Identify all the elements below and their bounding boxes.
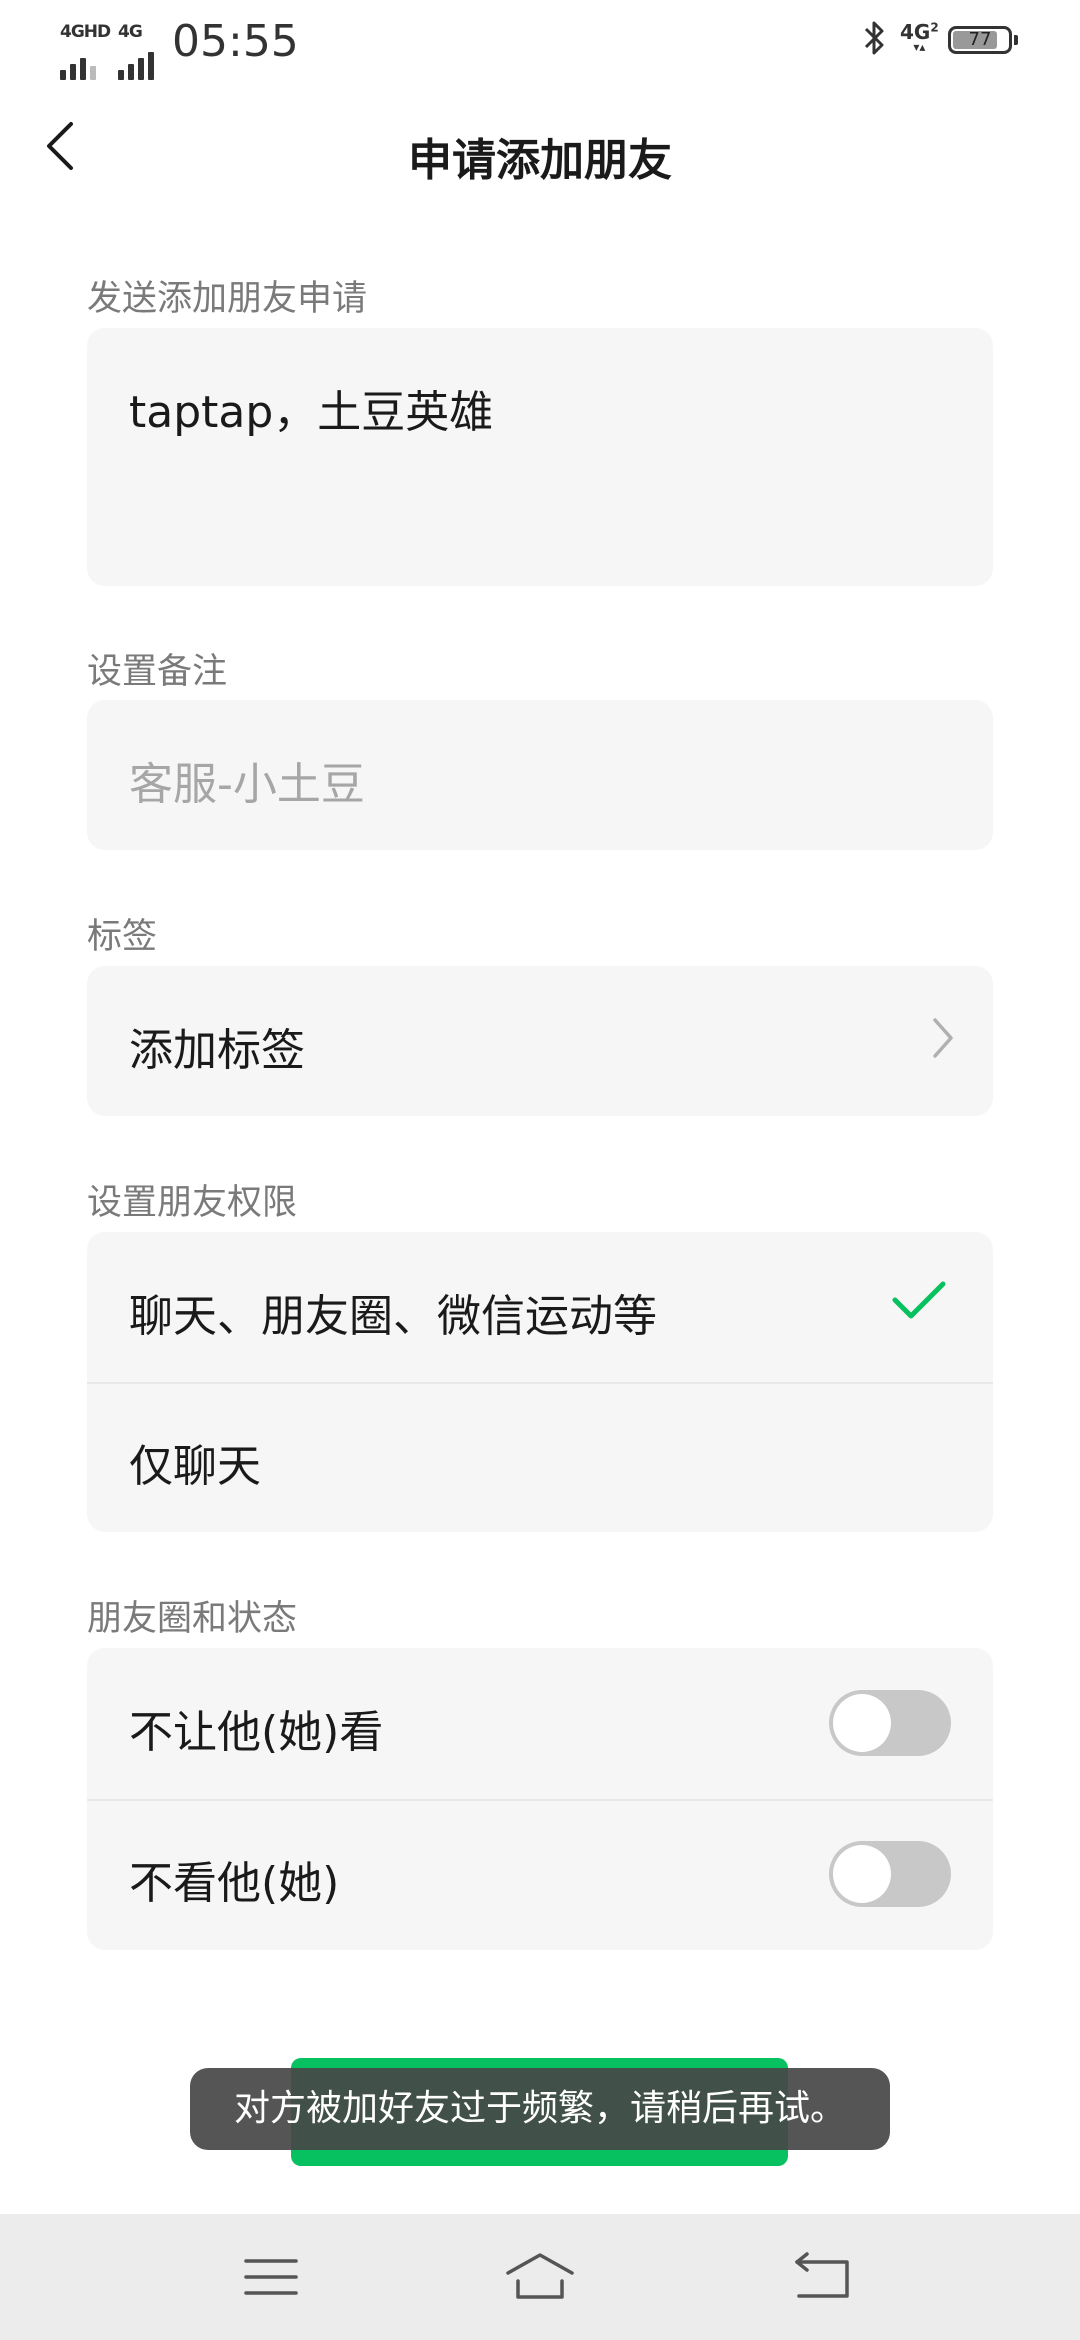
add-tag-row[interactable]: 添加标签 xyxy=(87,966,993,1116)
page-title: 申请添加朋友 xyxy=(408,135,672,186)
header: 申请添加朋友 xyxy=(0,86,1080,212)
permission-option-chat-only[interactable]: 仅聊天 xyxy=(87,1382,993,1532)
request-message-input[interactable]: taptap，土豆英雄 xyxy=(87,328,993,586)
menu-button[interactable] xyxy=(231,2244,311,2310)
hide-my-moments-label: 不让他(她)看 xyxy=(129,1707,384,1758)
menu-icon xyxy=(244,2259,298,2295)
permissions-label: 设置朋友权限 xyxy=(87,1183,298,1223)
bluetooth-icon xyxy=(862,18,888,62)
battery-icon: 77 xyxy=(948,26,1018,54)
hide-my-moments-toggle[interactable] xyxy=(829,1690,951,1756)
request-message-text: taptap，土豆英雄 xyxy=(129,387,494,438)
tags-label: 标签 xyxy=(87,917,158,957)
hide-my-moments-row: 不让他(她)看 xyxy=(87,1648,993,1798)
network-indicator: 4G2 ▾▴ xyxy=(900,20,939,54)
send-request-label: 发送添加朋友申请 xyxy=(87,279,368,319)
status-bar: 4GHD 4G 05:55 4G2 ▾▴ 77 xyxy=(0,0,1080,86)
clock: 05:55 xyxy=(172,16,299,67)
remark-input[interactable]: 客服-小土豆 xyxy=(87,700,993,850)
remark-label: 设置备注 xyxy=(87,652,228,692)
signal-1-label: 4GHD xyxy=(60,22,111,42)
hide-their-moments-row: 不看他(她) xyxy=(87,1799,993,1949)
moments-card: 不让他(她)看 不看他(她) xyxy=(87,1648,993,1950)
system-nav-bar xyxy=(0,2214,1080,2340)
remark-placeholder: 客服-小土豆 xyxy=(129,759,365,810)
signal-bars-icon xyxy=(60,46,100,80)
permission-option-label: 仅聊天 xyxy=(129,1441,261,1492)
permissions-card: 聊天、朋友圈、微信运动等 仅聊天 xyxy=(87,1232,993,1532)
checkmark-icon xyxy=(891,1278,947,1326)
signal-2-label: 4G xyxy=(118,22,143,42)
hide-their-moments-toggle[interactable] xyxy=(829,1841,951,1907)
moments-label: 朋友圈和状态 xyxy=(87,1599,298,1639)
network-sub: 2 xyxy=(930,20,939,35)
home-button[interactable] xyxy=(500,2244,580,2310)
permission-option-all[interactable]: 聊天、朋友圈、微信运动等 xyxy=(87,1232,993,1382)
toast-message: 对方被加好友过于频繁，请稍后再试。 xyxy=(190,2068,890,2150)
hide-their-moments-label: 不看他(她) xyxy=(129,1858,340,1909)
home-icon xyxy=(506,2253,574,2299)
return-icon xyxy=(795,2252,849,2298)
add-tag-label: 添加标签 xyxy=(129,1025,305,1076)
page: 4GHD 4G 05:55 4G2 ▾▴ 77 申请添加朋友 发送添加朋友申请 … xyxy=(0,0,1080,2340)
permission-option-label: 聊天、朋友圈、微信运动等 xyxy=(129,1291,657,1342)
back-nav-button[interactable] xyxy=(783,2244,863,2310)
chevron-right-icon xyxy=(931,1016,955,1064)
battery-level: 77 xyxy=(968,29,992,50)
signal-bars-icon xyxy=(118,46,158,80)
